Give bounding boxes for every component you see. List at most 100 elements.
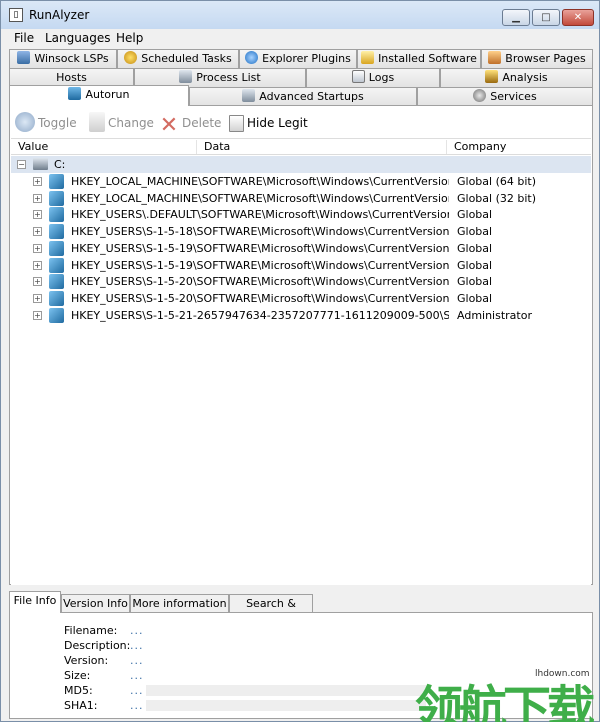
tab-advanced-startups[interactable]: Advanced Startups <box>189 87 417 106</box>
watermark: 领航下载 lhdown.com <box>415 665 595 722</box>
delete-icon: ✕ <box>159 113 179 138</box>
table-row[interactable]: + HKEY_USERS\S-1-5-20\SOFTWARE\Microsoft\… <box>11 273 591 290</box>
internet-explorer-icon <box>245 51 259 64</box>
md5-label: MD5: <box>64 684 93 697</box>
row-value: HKEY_USERS\S-1-5-20\SOFTWARE\Microsoft\W… <box>71 275 449 289</box>
plus-icon[interactable]: + <box>33 177 42 186</box>
table-row[interactable]: + HKEY_USERS\.DEFAULT\SOFTWARE\Microsoft\… <box>11 206 591 223</box>
autorun-list[interactable]: Value Data Company − C: + HKEY_LOCAL_MACH… <box>11 138 591 585</box>
table-row[interactable]: + HKEY_LOCAL_MACHINE\SOFTWARE\Microsoft\W… <box>11 190 591 207</box>
tab-version-info[interactable]: Version Info <box>61 594 130 613</box>
row-company: Global (32 bit) <box>457 191 537 205</box>
row-value: HKEY_USERS\S-1-5-19\SOFTWARE\Microsoft\W… <box>71 241 449 255</box>
tab-logs[interactable]: Logs <box>306 68 440 87</box>
computer-icon <box>242 89 256 102</box>
watermark-url: lhdown.com <box>535 669 590 679</box>
registry-key-icon <box>49 240 64 256</box>
tab-analysis[interactable]: Analysis <box>440 68 593 87</box>
computer-icon <box>179 70 193 83</box>
registry-key-icon <box>49 174 64 189</box>
log-icon <box>351 70 365 83</box>
toggle-icon <box>15 112 35 132</box>
row-value: HKEY_USERS\S-1-5-20\SOFTWARE\Microsoft\W… <box>71 291 449 305</box>
tab-explorer-plugins[interactable]: Explorer Plugins <box>239 49 357 68</box>
minus-icon[interactable]: − <box>17 160 26 169</box>
hide-legit-button[interactable]: Hide Legit <box>229 112 308 134</box>
plus-icon[interactable]: + <box>33 293 42 303</box>
tab-row-3: Autorun Advanced Startups Services <box>9 85 593 106</box>
version-label: Version: <box>64 654 109 667</box>
menu-help[interactable]: Help <box>113 31 146 45</box>
app-window: ▯ RunAlyzer ▁ □ ✕ File Languages Help Wi… <box>0 0 600 722</box>
table-row[interactable]: + HKEY_USERS\S-1-5-19\SOFTWARE\Microsoft\… <box>11 257 591 274</box>
row-company: Global <box>457 291 493 305</box>
row-value: HKEY_USERS\S-1-5-21-2657947634-235720777… <box>71 308 449 322</box>
table-row[interactable]: + HKEY_USERS\S-1-5-19\SOFTWARE\Microsoft\… <box>11 240 591 257</box>
filter-icon <box>229 115 244 132</box>
size-label: Size: <box>64 669 91 682</box>
table-row[interactable]: + HKEY_USERS\S-1-5-21-2657947634-23572077… <box>11 307 591 324</box>
home-icon <box>488 51 502 64</box>
row-value: HKEY_USERS\.DEFAULT\SOFTWARE\Microsoft\W… <box>71 208 449 222</box>
row-company: Global <box>457 225 493 239</box>
registry-key-icon <box>68 87 82 100</box>
table-row[interactable]: + HKEY_USERS\S-1-5-18\SOFTWARE\Microsoft\… <box>11 223 591 240</box>
tab-browser-pages[interactable]: Browser Pages <box>481 49 593 68</box>
window-title: RunAlyzer <box>29 8 90 22</box>
registry-key-icon <box>49 307 64 323</box>
plus-icon[interactable]: + <box>33 260 42 270</box>
row-value: HKEY_LOCAL_MACHINE\SOFTWARE\Microsoft\Wi… <box>71 175 449 188</box>
sha1-field <box>146 700 426 711</box>
menu-file[interactable]: File <box>11 31 37 45</box>
tab-more-information[interactable]: More information <box>130 594 229 613</box>
description-value: ... <box>130 639 144 652</box>
table-row[interactable]: + HKEY_USERS\S-1-5-20\SOFTWARE\Microsoft\… <box>11 290 591 307</box>
maximize-button[interactable]: □ <box>532 9 560 26</box>
plus-icon[interactable]: + <box>33 193 42 203</box>
toolbar: Toggle Change ✕ Delete Hide Legit <box>9 107 309 137</box>
filename-label: Filename: <box>64 624 118 637</box>
plus-icon[interactable]: + <box>33 243 42 253</box>
column-data[interactable]: Data <box>197 140 447 154</box>
delete-button[interactable]: ✕ Delete <box>159 112 222 138</box>
tab-row-1: Winsock LSPs Scheduled Tasks Explorer Pl… <box>9 49 593 68</box>
drive-icon <box>33 158 48 170</box>
description-label: Description: <box>64 639 131 652</box>
tree-root-label: C: <box>54 158 66 171</box>
network-icon <box>17 51 31 64</box>
plus-icon[interactable]: + <box>33 277 42 287</box>
tab-scheduled-tasks[interactable]: Scheduled Tasks <box>117 49 239 68</box>
sha1-label: SHA1: <box>64 699 98 712</box>
row-company: Global (64 bit) <box>457 175 537 188</box>
tree-root-row[interactable]: − C: <box>11 156 591 173</box>
plus-icon[interactable]: + <box>33 227 42 237</box>
tab-search-filters[interactable]: Search & Filters <box>229 594 313 627</box>
minimize-button[interactable]: ▁ <box>502 9 530 26</box>
plus-icon[interactable]: + <box>33 210 42 220</box>
title-bar[interactable]: ▯ RunAlyzer ▁ □ ✕ <box>1 1 599 29</box>
menu-bar: File Languages Help <box>1 29 599 48</box>
registry-key-icon <box>49 274 64 290</box>
column-value[interactable]: Value <box>11 140 197 154</box>
tab-installed-software[interactable]: Installed Software <box>357 49 481 68</box>
row-company: Global <box>457 241 493 255</box>
filename-value: ... <box>130 624 144 637</box>
toggle-button[interactable]: Toggle <box>15 112 77 134</box>
plus-icon[interactable]: + <box>33 310 42 320</box>
tab-file-info[interactable]: File Info <box>9 591 61 613</box>
change-button[interactable]: Change <box>89 112 154 134</box>
tab-autorun[interactable]: Autorun <box>9 85 189 106</box>
table-row[interactable]: + HKEY_LOCAL_MACHINE\SOFTWARE\Microsoft\W… <box>11 173 591 190</box>
tab-services[interactable]: Services <box>417 87 593 106</box>
registry-key-icon <box>49 257 64 273</box>
menu-languages[interactable]: Languages <box>42 31 113 45</box>
row-value: HKEY_USERS\S-1-5-19\SOFTWARE\Microsoft\W… <box>71 258 449 272</box>
column-company[interactable]: Company <box>447 140 591 154</box>
package-icon <box>361 51 375 64</box>
sha1-value: ... <box>130 699 144 712</box>
row-company: Global <box>457 275 493 289</box>
close-button[interactable]: ✕ <box>562 9 594 26</box>
md5-value: ... <box>130 684 144 697</box>
tab-winsock-lsps[interactable]: Winsock LSPs <box>9 49 117 68</box>
gear-icon <box>473 89 487 102</box>
